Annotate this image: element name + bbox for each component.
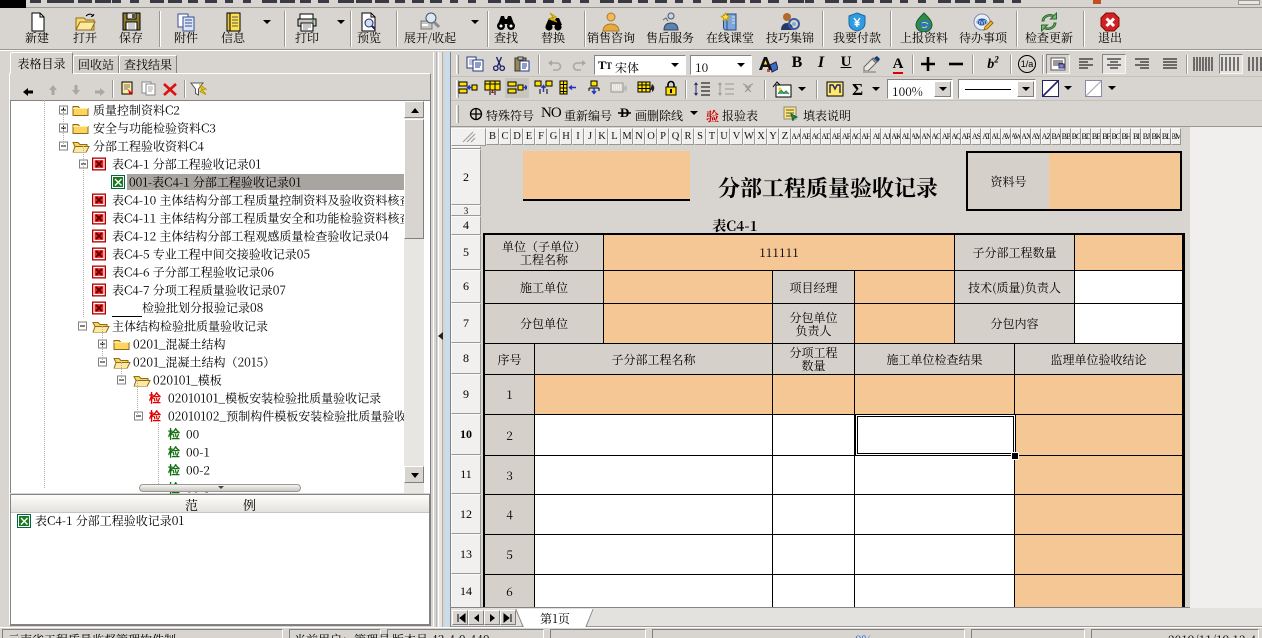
svg-text:1/a: 1/a: [1021, 59, 1034, 69]
